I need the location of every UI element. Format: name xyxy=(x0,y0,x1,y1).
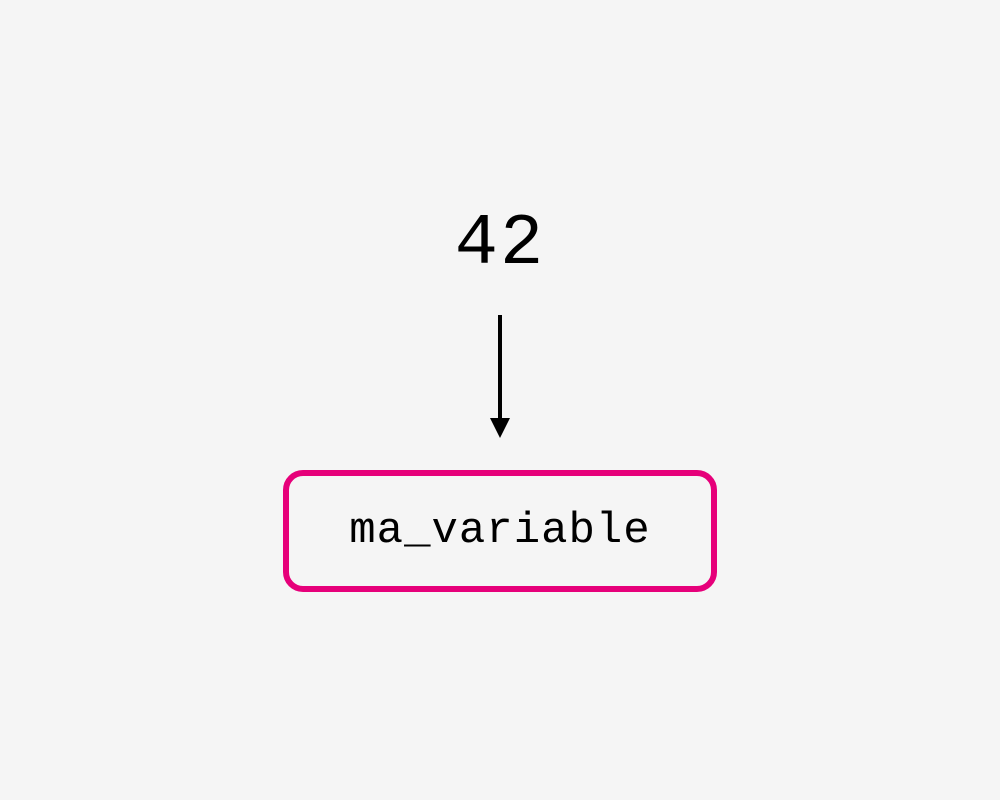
arrow-down-icon xyxy=(485,310,515,440)
variable-name-label: ma_variable xyxy=(349,506,650,556)
variable-box: ma_variable xyxy=(283,470,716,592)
value-literal: 42 xyxy=(455,208,545,280)
assignment-arrow xyxy=(485,310,515,440)
